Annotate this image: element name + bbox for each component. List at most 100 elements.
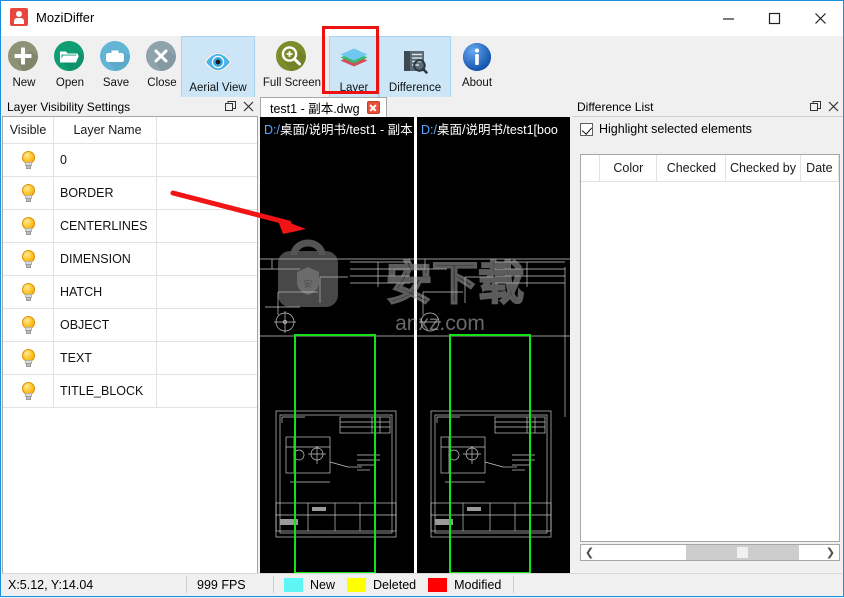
difference-col-rownum — [581, 155, 601, 181]
aerial-view-button[interactable]: Aerial View — [181, 36, 255, 100]
difference-col-color[interactable]: Color — [600, 155, 658, 181]
layer-button[interactable]: Layer — [329, 36, 379, 100]
layer-table-container[interactable]: Visible Layer Name 0 BORDER CENTERLINES … — [2, 116, 258, 574]
layer-visible-cell[interactable] — [3, 308, 54, 342]
fps-display: 999 FPS — [197, 577, 246, 592]
layer-name-cell: OBJECT — [53, 308, 157, 342]
open-folder-icon — [54, 41, 84, 71]
highlight-selected-label: Highlight selected elements — [599, 122, 752, 136]
lightbulb-on-icon[interactable] — [21, 282, 36, 302]
main-toolbar: New Open Save Close Aerial View Full Scr… — [1, 36, 843, 100]
close-icon[interactable] — [242, 99, 255, 113]
lightbulb-on-icon[interactable] — [21, 150, 36, 170]
tab-close-icon[interactable] — [366, 101, 380, 114]
save-button[interactable]: Save — [93, 36, 139, 94]
lightbulb-on-icon[interactable] — [21, 183, 36, 203]
lightbulb-on-icon[interactable] — [21, 216, 36, 236]
close-button[interactable] — [797, 1, 843, 36]
layer-visible-cell[interactable] — [3, 143, 54, 177]
table-row[interactable]: TEXT — [3, 341, 257, 375]
new-button-label: New — [12, 77, 36, 89]
layer-filler-cell — [156, 209, 257, 243]
legend-label-modified: Modified — [454, 577, 502, 592]
layer-name-cell: CENTERLINES — [53, 209, 157, 243]
aerial-view-button-label: Aerial View — [189, 82, 247, 94]
minimize-button[interactable] — [705, 1, 751, 36]
layer-visible-cell[interactable] — [3, 275, 54, 309]
layer-col-name[interactable]: Layer Name — [53, 117, 157, 144]
save-icon — [100, 41, 130, 71]
layer-table: Visible Layer Name 0 BORDER CENTERLINES … — [3, 117, 257, 408]
close-doc-button[interactable]: Close — [139, 36, 185, 94]
hscroll-thumb[interactable] — [686, 545, 799, 560]
layer-name-cell: DIMENSION — [53, 242, 157, 276]
about-button[interactable]: About — [451, 36, 503, 94]
layer-visible-cell[interactable] — [3, 209, 54, 243]
layer-visible-cell[interactable] — [3, 176, 54, 210]
eye-icon — [203, 51, 233, 73]
legend-swatch-modified — [428, 577, 448, 592]
status-divider-1 — [186, 576, 187, 593]
application-window: MoziDiffer New Open Save Close Aerial Vi… — [0, 0, 844, 597]
open-button-label: Open — [55, 77, 85, 89]
table-row[interactable]: OBJECT — [3, 308, 257, 342]
table-row[interactable]: TITLE_BLOCK — [3, 374, 257, 408]
layer-filler-cell — [156, 374, 257, 408]
difference-hscrollbar[interactable]: ❮ ❯ — [580, 544, 840, 561]
layer-table-body: 0 BORDER CENTERLINES DIMENSION HATCH OBJ… — [3, 143, 257, 408]
layer-visible-cell[interactable] — [3, 242, 54, 276]
difference-icon — [404, 51, 428, 74]
layer-button-label: Layer — [339, 82, 369, 94]
layer-col-visible[interactable]: Visible — [3, 117, 54, 144]
layer-panel-header-buttons — [224, 99, 255, 113]
zoom-icon — [276, 41, 306, 71]
status-bar: X:5.12, Y:14.04 999 FPS New Deleted Modi… — [2, 573, 842, 595]
close-icon[interactable] — [827, 99, 840, 113]
highlight-selected-checkbox[interactable] — [580, 122, 593, 136]
canvas-view-left[interactable]: D:/桌面/说明书/test1 - 副本 — [260, 117, 414, 574]
layer-visible-cell[interactable] — [3, 341, 54, 375]
selection-box-right — [449, 334, 531, 574]
close-doc-button-label: Close — [147, 77, 177, 89]
lightbulb-on-icon[interactable] — [21, 249, 36, 269]
selection-box-left — [294, 334, 376, 574]
difference-table[interactable]: Color Checked Checked by Date — [580, 154, 840, 542]
new-button[interactable]: New — [1, 36, 47, 94]
table-row[interactable]: DIMENSION — [3, 242, 257, 276]
open-button[interactable]: Open — [47, 36, 93, 94]
lightbulb-on-icon[interactable] — [21, 381, 36, 401]
hscroll-track[interactable] — [598, 545, 822, 560]
layer-visible-cell[interactable] — [3, 374, 54, 408]
layer-filler-cell — [156, 143, 257, 177]
tab-test1[interactable]: test1 - 副本.dwg — [260, 97, 387, 117]
document-tabstrip: test1 - 副本.dwg — [260, 97, 570, 117]
difference-button[interactable]: Difference — [379, 36, 451, 100]
difference-panel-title: Difference List — [577, 99, 654, 114]
legend-deleted: Deleted — [335, 574, 416, 595]
lightbulb-on-icon[interactable] — [21, 348, 36, 368]
difference-col-date[interactable]: Date — [801, 155, 839, 181]
table-row[interactable]: BORDER — [3, 176, 257, 210]
full-screen-button[interactable]: Full Screen — [255, 36, 329, 94]
canvas-view-right[interactable]: D:/桌面/说明书/test1[boo — [417, 117, 570, 574]
chevron-right-icon[interactable]: ❯ — [822, 545, 839, 560]
undock-icon[interactable] — [809, 99, 822, 113]
layer-filler-cell — [156, 176, 257, 210]
new-icon — [8, 41, 38, 71]
layer-filler-cell — [156, 242, 257, 276]
highlight-selected-row[interactable]: Highlight selected elements — [580, 122, 752, 136]
table-row[interactable]: CENTERLINES — [3, 209, 257, 243]
table-row[interactable]: 0 — [3, 143, 257, 177]
layer-name-cell: HATCH — [53, 275, 157, 309]
undock-icon[interactable] — [224, 99, 237, 113]
table-row[interactable]: HATCH — [3, 275, 257, 309]
drawing-canvas[interactable]: D:/桌面/说明书/test1 - 副本 D:/桌面/说明书/test1[boo… — [260, 117, 570, 574]
maximize-button[interactable] — [751, 1, 797, 36]
legend-new: New — [278, 574, 335, 595]
difference-col-checked[interactable]: Checked — [657, 155, 727, 181]
tab-label: test1 - 副本.dwg — [270, 102, 360, 116]
lightbulb-on-icon[interactable] — [21, 315, 36, 335]
legend-label-new: New — [310, 577, 336, 592]
difference-col-checked-by[interactable]: Checked by — [726, 155, 801, 181]
chevron-left-icon[interactable]: ❮ — [581, 545, 598, 560]
